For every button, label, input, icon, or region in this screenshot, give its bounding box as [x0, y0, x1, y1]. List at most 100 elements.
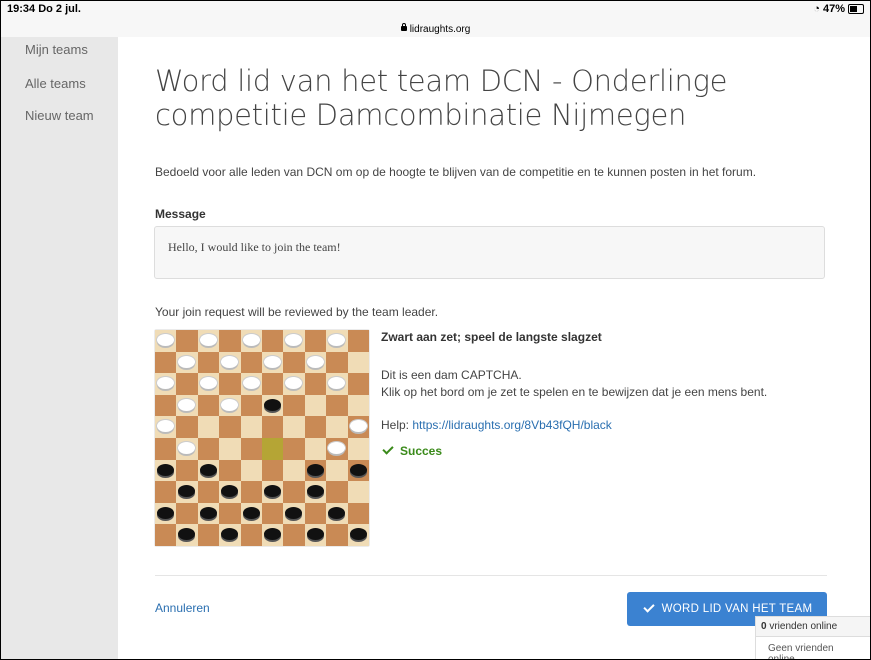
captcha-board[interactable]: [155, 330, 369, 546]
board-square[interactable]: [155, 524, 177, 546]
board-square[interactable]: [261, 373, 284, 395]
board-square[interactable]: [283, 502, 305, 525]
board-square[interactable]: [261, 502, 284, 525]
board-square[interactable]: [219, 481, 241, 503]
board-square[interactable]: [347, 330, 369, 352]
white-piece[interactable]: [349, 420, 367, 433]
board-square[interactable]: [326, 373, 348, 395]
board-square[interactable]: [240, 373, 262, 395]
board-square[interactable]: [155, 438, 177, 460]
board-square[interactable]: [347, 481, 369, 503]
message-field[interactable]: Hello, I would like to join the team!: [154, 226, 825, 279]
board-square[interactable]: [240, 524, 262, 546]
board-square[interactable]: [283, 394, 305, 417]
board-square[interactable]: [176, 524, 198, 546]
black-piece[interactable]: [178, 485, 196, 498]
board-square[interactable]: [304, 373, 327, 395]
board-square[interactable]: [347, 524, 369, 546]
board-square[interactable]: [283, 524, 305, 546]
board-square[interactable]: [326, 351, 348, 374]
black-piece[interactable]: [306, 463, 324, 476]
board-square[interactable]: [219, 394, 241, 417]
board-square[interactable]: [155, 373, 177, 395]
board-square[interactable]: [347, 459, 369, 482]
board-square[interactable]: [240, 459, 262, 482]
board-square[interactable]: [176, 416, 198, 438]
white-piece[interactable]: [157, 420, 174, 433]
black-piece[interactable]: [285, 506, 303, 519]
board-square[interactable]: [326, 459, 348, 482]
black-piece[interactable]: [199, 506, 217, 519]
board-square[interactable]: [261, 330, 284, 352]
board-square[interactable]: [304, 330, 327, 352]
board-square[interactable]: [347, 502, 369, 525]
board-square[interactable]: [304, 351, 327, 374]
board-square[interactable]: [261, 524, 284, 546]
white-piece[interactable]: [178, 398, 196, 411]
board-square[interactable]: [304, 481, 327, 503]
help-link[interactable]: https://lidraughts.org/8Vb43fQH/black: [412, 418, 611, 432]
board-square[interactable]: [219, 330, 241, 352]
white-piece[interactable]: [328, 377, 346, 390]
friends-header[interactable]: 0 vrienden online: [756, 617, 870, 637]
board-square[interactable]: [283, 481, 305, 503]
white-piece[interactable]: [199, 334, 217, 346]
board-square[interactable]: [261, 394, 284, 417]
board-square[interactable]: [347, 438, 369, 460]
white-piece[interactable]: [178, 442, 196, 454]
board-square[interactable]: [176, 351, 198, 374]
board-square[interactable]: [240, 330, 262, 352]
white-piece[interactable]: [178, 355, 196, 368]
board-square[interactable]: [197, 502, 220, 525]
board-square[interactable]: [219, 416, 241, 438]
board-square[interactable]: [176, 373, 198, 395]
board-square[interactable]: [176, 481, 198, 503]
white-piece[interactable]: [306, 355, 324, 368]
board-square[interactable]: [326, 438, 348, 460]
board-square[interactable]: [261, 416, 284, 438]
board-square[interactable]: [326, 330, 348, 352]
board-square[interactable]: [283, 459, 305, 482]
board-square[interactable]: [304, 438, 327, 460]
board-square[interactable]: [240, 481, 262, 503]
black-piece[interactable]: [263, 398, 281, 411]
black-piece[interactable]: [221, 528, 239, 541]
board-square[interactable]: [261, 351, 284, 374]
cancel-link[interactable]: Annuleren: [155, 601, 210, 615]
board-square[interactable]: [197, 351, 220, 374]
black-piece[interactable]: [242, 506, 260, 519]
white-piece[interactable]: [242, 377, 260, 390]
board-square[interactable]: [240, 438, 262, 460]
white-piece[interactable]: [285, 334, 303, 346]
white-piece[interactable]: [221, 355, 239, 368]
board-square[interactable]: [347, 373, 369, 395]
address-bar[interactable]: lidraughts.org: [1, 23, 870, 35]
board-square[interactable]: [261, 481, 284, 503]
white-piece[interactable]: [157, 334, 174, 346]
board-square[interactable]: [176, 330, 198, 352]
board-square[interactable]: [219, 351, 241, 374]
black-piece[interactable]: [157, 463, 174, 476]
sidebar-item-mijn-teams[interactable]: Mijn teams: [25, 42, 88, 57]
board-square[interactable]: [197, 524, 220, 546]
board-square[interactable]: [197, 459, 220, 482]
board-square[interactable]: [240, 394, 262, 417]
board-square[interactable]: [347, 351, 369, 374]
black-piece[interactable]: [306, 528, 324, 541]
board-square[interactable]: [326, 524, 348, 546]
board-square[interactable]: [283, 416, 305, 438]
sidebar-item-alle-teams[interactable]: Alle teams: [25, 76, 86, 91]
white-piece[interactable]: [157, 377, 174, 390]
black-piece[interactable]: [157, 506, 174, 519]
board-square[interactable]: [219, 502, 241, 525]
board-square[interactable]: [326, 502, 348, 525]
board-square[interactable]: [283, 330, 305, 352]
board-square[interactable]: [283, 351, 305, 374]
black-piece[interactable]: [199, 463, 217, 476]
white-piece[interactable]: [263, 355, 281, 368]
board-square[interactable]: [304, 502, 327, 525]
black-piece[interactable]: [349, 528, 367, 541]
board-square[interactable]: [219, 373, 241, 395]
black-piece[interactable]: [178, 528, 196, 541]
board-square[interactable]: [261, 438, 284, 460]
